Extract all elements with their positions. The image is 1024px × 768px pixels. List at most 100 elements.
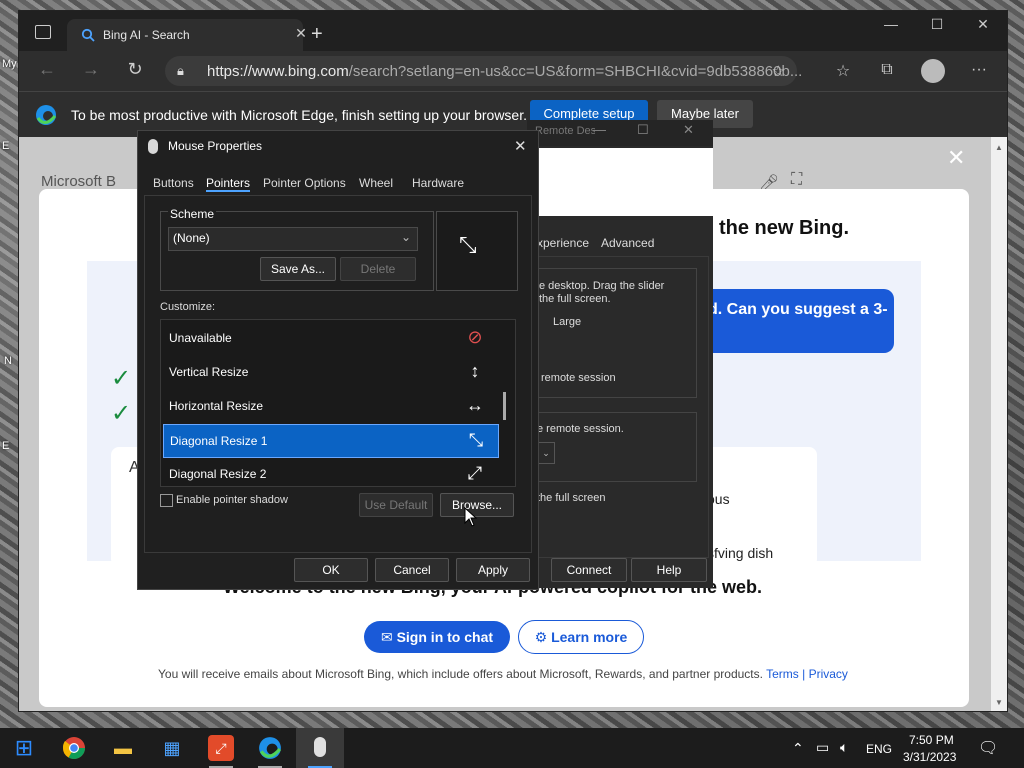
infobar-message: To be most productive with Microsoft Edg…	[71, 107, 527, 123]
minimize-button[interactable]: —	[593, 122, 606, 137]
edge-logo-icon	[36, 105, 57, 125]
profile-avatar[interactable]	[921, 59, 945, 83]
maximize-button[interactable]: ☐	[637, 122, 649, 138]
close-button[interactable]: ✕	[683, 122, 694, 138]
back-icon[interactable]: ←	[33, 59, 61, 80]
close-overlay-icon[interactable]: ✕	[947, 145, 965, 171]
scheme-label: Scheme	[168, 207, 217, 221]
rdc-banner	[537, 148, 713, 216]
disclaimer-text: You will receive emails about Microsoft …	[158, 667, 848, 681]
cancel-button[interactable]: Cancel	[375, 558, 449, 582]
list-scrollbar-thumb[interactable]	[503, 392, 506, 420]
mail-icon: ✉	[380, 629, 397, 645]
list-item[interactable]: Diagonal Resize 2 ⤢	[163, 458, 497, 486]
pointer-shadow-checkbox[interactable]	[160, 494, 173, 507]
privacy-link[interactable]: Privacy	[809, 667, 848, 681]
start-icon[interactable]: ⊞	[4, 734, 44, 762]
desktop-icon-label[interactable]: N	[4, 355, 12, 367]
maximize-button[interactable]: ☐	[917, 16, 957, 33]
minimize-button[interactable]: —	[871, 16, 911, 32]
close-window-button[interactable]: ✕	[963, 16, 1003, 33]
help-button[interactable]: Help	[631, 558, 707, 582]
mouse-properties-dialog: Mouse Properties ✕ Buttons Pointers Poin…	[137, 130, 539, 590]
diagonal-resize-1-icon: ⤡	[468, 430, 484, 450]
desktop-icon-label[interactable]: E	[2, 140, 9, 152]
tab-buttons[interactable]: Buttons	[153, 176, 194, 190]
edge-icon[interactable]	[250, 734, 290, 768]
tab-hardware[interactable]: Hardware	[412, 176, 464, 190]
save-as-button[interactable]: Save As...	[260, 257, 336, 281]
volume-icon[interactable]: 🔈︎	[840, 739, 848, 756]
rdc-titlebar: Remote Desktop Connection — ☐ ✕	[527, 120, 713, 146]
notification-icon[interactable]: 🗨︎	[978, 738, 998, 758]
scrollbar[interactable]: ▲ ▼	[991, 137, 1007, 711]
network-icon[interactable]: ▭	[816, 739, 829, 756]
clock-date[interactable]: 3/31/2023	[903, 750, 956, 764]
tab-pointer-options[interactable]: Pointer Options	[263, 176, 346, 190]
colors-dropdown[interactable]: ⌄	[537, 442, 555, 464]
tab-wheel[interactable]: Wheel	[359, 176, 393, 190]
diagonal-resize-2-icon: ⤢	[467, 463, 483, 483]
unavailable-icon: ⊘	[467, 327, 483, 347]
list-item[interactable]: Vertical Resize ↕	[163, 356, 497, 388]
add-favorite-icon[interactable]: ☆	[772, 62, 785, 80]
title-bar: Bing AI - Search ✕ + — ☐ ✕	[19, 11, 1007, 51]
chevron-up-icon[interactable]: ⌃	[792, 740, 804, 757]
mouse-cursor-icon	[464, 507, 478, 527]
desktop-icon-label[interactable]: My	[2, 58, 17, 70]
list-item[interactable]: Unavailable ⊘	[163, 322, 497, 354]
app-icon[interactable]: ▦	[152, 734, 192, 762]
lock-icon[interactable]: 🔒︎	[177, 63, 184, 79]
apply-button[interactable]: Apply	[456, 558, 530, 582]
chrome-icon[interactable]	[54, 734, 94, 762]
visual-search-icon[interactable]: ⛶	[791, 171, 802, 189]
tab-pointers[interactable]: Pointers	[206, 176, 251, 192]
url-text: https://www.bing.com/search?setlang=en-u…	[207, 63, 803, 80]
sign-in-to-chat-button[interactable]: ✉ Sign in to chat	[364, 621, 510, 653]
close-tab-icon[interactable]: ✕	[291, 25, 311, 42]
learn-more-button[interactable]: ⚙ Learn more	[518, 620, 644, 654]
cursor-preview: ⤡	[436, 211, 518, 291]
new-tab-button[interactable]: +	[311, 23, 323, 46]
rdc-text: the full screen	[537, 492, 606, 504]
file-explorer-icon[interactable]: ▬	[103, 734, 143, 762]
mouse-icon	[148, 139, 158, 154]
clock-time[interactable]: 7:50 PM	[909, 733, 954, 747]
taskbar: ⊞ ▬ ▦ ⤢ ⌃ ▭ 🔈︎ ENG 7:50 PM 3/31/2023 🗨︎	[0, 728, 1024, 768]
rdc-text: Large	[553, 316, 582, 328]
rdc-text: e desktop. Drag the slider	[539, 280, 665, 292]
diagonal-resize-icon: ⤡	[459, 232, 477, 257]
more-options-icon[interactable]: ···	[965, 61, 993, 79]
tab-advanced[interactable]: Advanced	[601, 236, 654, 250]
browser-tab[interactable]: Bing AI - Search ✕	[67, 19, 307, 51]
terms-link[interactable]: Terms	[766, 667, 799, 681]
desktop-icon-label[interactable]: E	[2, 440, 9, 452]
scheme-dropdown[interactable]: (None) ⌄	[168, 227, 418, 251]
refresh-icon[interactable]: ↻	[121, 59, 149, 80]
ok-button[interactable]: OK	[294, 558, 368, 582]
list-item[interactable]: Horizontal Resize ↔	[163, 390, 497, 422]
forward-icon[interactable]: →	[77, 59, 105, 80]
cursor-list[interactable]: Unavailable ⊘ Vertical Resize ↕ Horizont…	[160, 319, 516, 487]
connect-button[interactable]: Connect	[551, 558, 627, 582]
remote-desktop-icon[interactable]: ⤢	[201, 734, 241, 768]
collections-icon[interactable]: ⧉	[873, 61, 901, 79]
chevron-down-icon: ⌄	[400, 230, 411, 244]
close-dialog-icon[interactable]: ✕	[514, 137, 527, 155]
rdc-text: the full screen.	[539, 293, 611, 305]
mouse-properties-taskbar-button[interactable]	[296, 728, 344, 768]
address-bar[interactable]: 🔒︎ https://www.bing.com/search?setlang=e…	[165, 56, 802, 86]
list-item-selected[interactable]: Diagonal Resize 1 ⤡	[163, 424, 499, 458]
rdc-text: e remote session.	[537, 423, 624, 435]
language-indicator[interactable]: ENG	[866, 742, 892, 756]
tab-actions-icon[interactable]	[35, 25, 51, 39]
example-chat-bubble: d. Can you suggest a 3-	[694, 289, 894, 353]
browser-toolbar: ← → ↻ 🔒︎ https://www.bing.com/search?set…	[19, 51, 1007, 91]
search-icon	[81, 28, 95, 42]
tab-title: Bing AI - Search	[103, 28, 190, 42]
favorites-icon[interactable]: ☆	[829, 61, 857, 81]
remote-desktop-window: Remote Desktop Connection — ☐ ✕ xperienc…	[527, 120, 713, 588]
use-default-button: Use Default	[359, 493, 433, 517]
tab-experience[interactable]: xperience	[537, 236, 589, 250]
bing-brand: Microsoft B	[41, 173, 117, 190]
